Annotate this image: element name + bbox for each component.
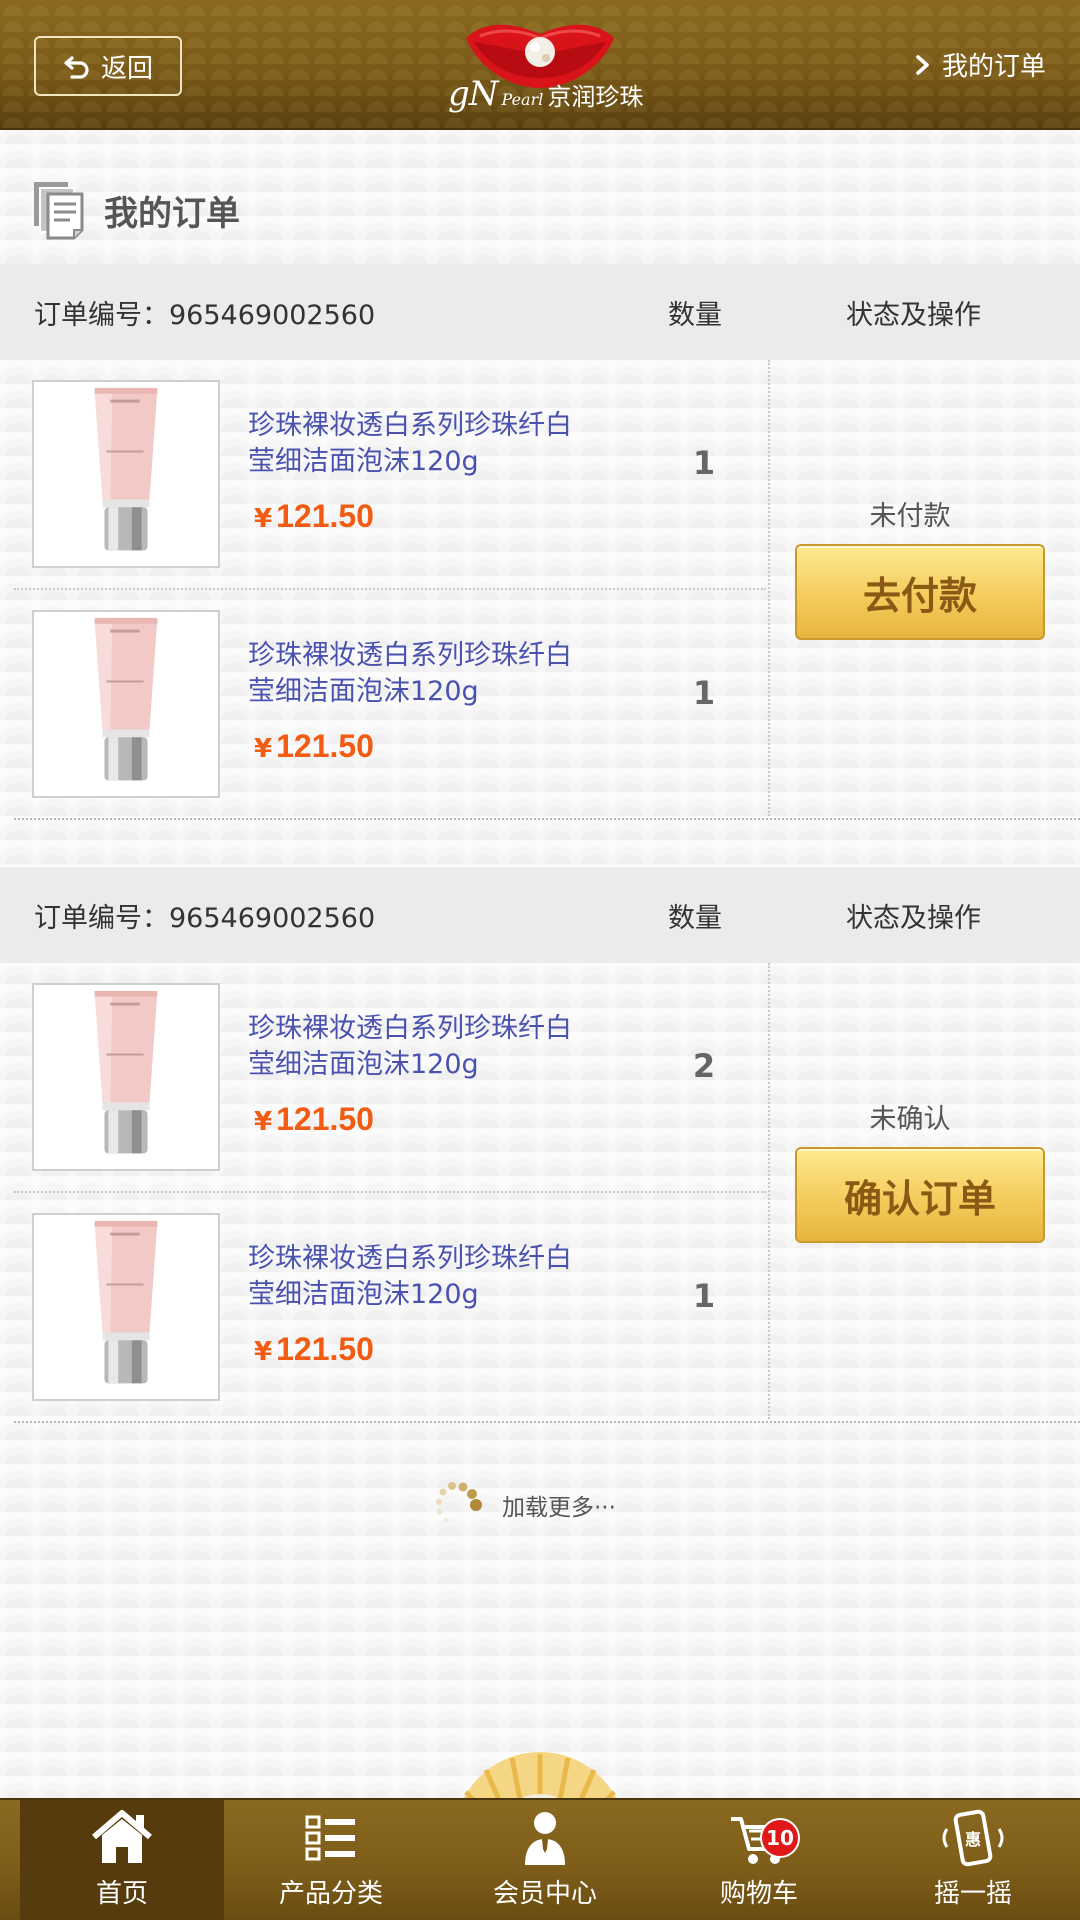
order-card: 订单编号：965469002560 数量 状态及操作 珍珠裸妆透白系列珍珠纤白莹… [0,867,1080,1423]
price-value: 121.50 [276,1331,374,1367]
product-price: ¥ 121.50 [254,728,374,765]
price-value: 121.50 [276,1101,374,1137]
tab-label: 购物车 [719,1879,798,1909]
product-price: ¥ 121.50 [254,1331,374,1368]
confirm-order-button[interactable]: 确认订单 [795,1147,1045,1243]
section-title: 我的订单 [32,178,240,242]
item-quantity: 1 [692,674,716,712]
order-number-label: 订单编号： [34,902,169,934]
tab-member[interactable]: 会员中心 [438,1800,652,1920]
back-arrow-icon [64,56,89,79]
product-tube-image [94,387,158,551]
order-card: 订单编号：965469002560 数量 状态及操作 珍珠裸妆透白系列珍珠纤白莹… [0,264,1080,820]
tab-home[interactable]: 首页 [20,1800,224,1920]
product-price: ¥ 121.50 [254,498,374,535]
price-value: 121.50 [276,728,374,764]
order-number-row: 订单编号：965469002560 [34,293,375,332]
price-currency: ¥ [254,1337,273,1367]
product-price: ¥ 121.50 [254,1101,374,1138]
cart-count-badge: 10 [760,1818,800,1858]
product-tube-image [94,617,158,781]
tab-cart[interactable]: 10 购物车 [652,1800,866,1920]
brand-wordmark: gN Pearl 京润珍珠 [448,74,643,114]
order-item[interactable]: 珍珠裸妆透白系列珍珠纤白莹细洁面泡沫120g ¥ 121.50 1 [14,594,766,824]
product-thumbnail[interactable] [32,1213,220,1401]
product-name-link[interactable]: 珍珠裸妆透白系列珍珠纤白莹细洁面泡沫120g [248,638,588,710]
status-column-header: 状态及操作 [846,902,981,934]
product-thumbnail[interactable] [32,380,220,568]
order-status: 未付款 [869,501,951,532]
back-button-label: 返回 [100,53,153,84]
qty-column-header: 数量 [668,902,722,934]
item-quantity: 1 [692,1277,716,1315]
page-title: 我的订单 [104,193,240,234]
order-bottom-divider [14,1421,1080,1423]
order-header: 订单编号：965469002560 数量 状态及操作 [0,264,1080,360]
column-divider [768,963,770,1419]
tab-label: 产品分类 [278,1879,383,1909]
tab-category[interactable]: 产品分类 [224,1800,438,1920]
header-bar: 返回 gN Pearl 京润珍珠 我的订单 [0,0,1080,130]
order-number: 965469002560 [169,902,376,934]
price-currency: ¥ [254,1107,273,1137]
price-value: 121.50 [276,498,374,534]
order-number-label: 订单编号： [34,299,169,331]
tab-label: 摇一摇 [933,1879,1012,1909]
my-orders-link-label: 我的订单 [941,52,1046,82]
back-button[interactable]: 返回 [34,36,182,96]
column-divider [768,360,770,816]
load-more[interactable]: 加载更多··· [428,1480,616,1530]
tab-shake[interactable]: 惠 摇一摇 [866,1800,1080,1920]
document-list-icon [34,182,84,240]
brand-pearl: Pearl [501,90,544,109]
brand-name: 京润珍珠 [547,83,644,111]
pay-now-button[interactable]: 去付款 [795,544,1045,640]
product-thumbnail[interactable] [32,983,220,1171]
price-currency: ¥ [254,504,273,534]
product-name-link[interactable]: 珍珠裸妆透白系列珍珠纤白莹细洁面泡沫120g [248,1011,588,1083]
tab-label: 首页 [95,1879,148,1909]
item-divider [14,588,766,590]
shake-phone-glyph: 惠 [965,1830,981,1849]
product-tube-image [94,1220,158,1384]
chevron-right-icon [916,54,929,75]
order-bottom-divider [14,818,1080,820]
qty-column-header: 数量 [668,299,722,331]
product-tube-image [94,990,158,1154]
brand-gn: gN [448,74,499,114]
load-more-label: 加载更多··· [502,1495,616,1521]
order-item[interactable]: 珍珠裸妆透白系列珍珠纤白莹细洁面泡沫120g ¥ 121.50 1 [14,1197,766,1427]
tab-label: 会员中心 [492,1879,597,1909]
price-currency: ¥ [254,734,273,764]
shake-phone-icon: 惠 [942,1809,1004,1867]
order-status: 未确认 [869,1104,951,1135]
home-icon [92,1810,152,1863]
order-number-row: 订单编号：965469002560 [34,896,375,935]
my-orders-link[interactable]: 我的订单 [914,46,1046,83]
item-quantity: 2 [692,1047,716,1085]
loading-spinner-icon [436,1482,482,1523]
product-name-link[interactable]: 珍珠裸妆透白系列珍珠纤白莹细洁面泡沫120g [248,408,588,480]
product-thumbnail[interactable] [32,610,220,798]
status-column-header: 状态及操作 [846,299,981,331]
product-name-link[interactable]: 珍珠裸妆透白系列珍珠纤白莹细洁面泡沫120g [248,1241,588,1313]
member-icon [525,1812,565,1865]
order-number: 965469002560 [169,299,376,331]
order-header: 订单编号：965469002560 数量 状态及操作 [0,867,1080,963]
order-item[interactable]: 珍珠裸妆透白系列珍珠纤白莹细洁面泡沫120g ¥ 121.50 1 [14,364,766,594]
category-list-icon [305,1815,355,1861]
bottom-tab-bar: 首页 产品分类 会员中心 10 购物车 惠 摇一摇 [0,1798,1080,1920]
item-quantity: 1 [692,444,716,482]
order-item[interactable]: 珍珠裸妆透白系列珍珠纤白莹细洁面泡沫120g ¥ 121.50 2 [14,967,766,1197]
item-divider [14,1191,766,1193]
